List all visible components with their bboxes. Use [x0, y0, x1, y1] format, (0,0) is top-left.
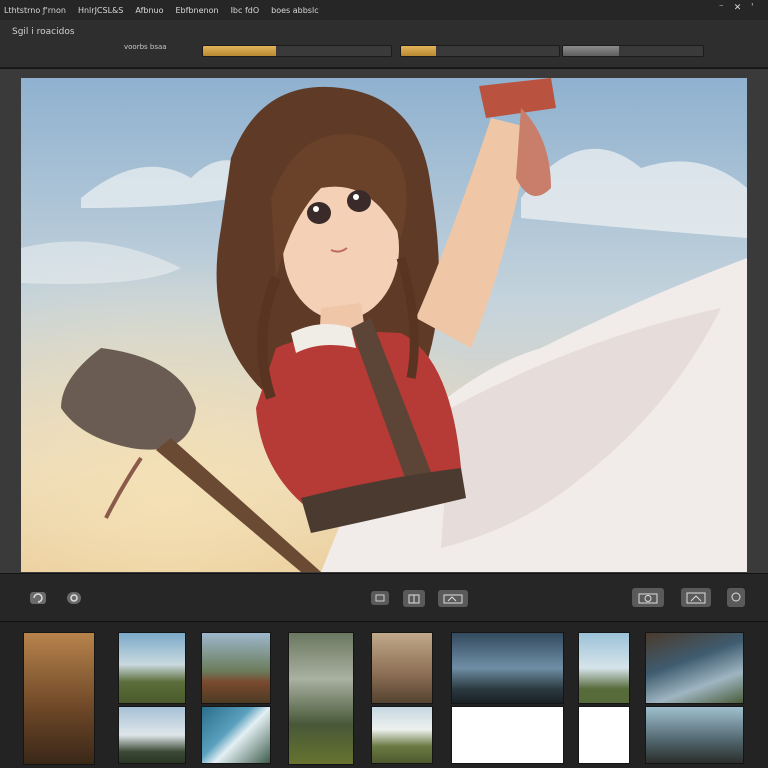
slider-fill-3 — [563, 46, 619, 56]
slider-track-3[interactable] — [562, 45, 704, 57]
menu-item-1[interactable]: Lthtstrno ƒ'rnon — [4, 6, 66, 15]
export-icon[interactable] — [681, 588, 711, 607]
menu-bar: Lthtstrno ƒ'rnon HnlrJCSL&S Afbnuo Ebfbn… — [0, 0, 768, 20]
thumbnail-4[interactable] — [201, 632, 271, 704]
slider-track-1[interactable] — [202, 45, 392, 57]
zoom-icon[interactable] — [727, 588, 745, 607]
compare-icon[interactable] — [438, 590, 468, 607]
thumbnail-2[interactable] — [118, 632, 186, 704]
window-controls: ⁻ ✕ ʾ — [719, 3, 754, 13]
canvas-area — [0, 68, 768, 573]
menu-item-4[interactable]: Ebfbnenon — [176, 6, 219, 15]
slider-fill-1 — [203, 46, 277, 56]
menu-item-3[interactable]: Afbnuo — [135, 6, 163, 15]
camera-icon[interactable] — [632, 588, 664, 607]
restore-icon[interactable]: ʾ — [751, 3, 754, 13]
thumbnail-7[interactable] — [371, 632, 433, 704]
bottom-controls — [0, 573, 768, 621]
document-title: Sgil i roacidos — [12, 27, 75, 37]
thumbnail-1[interactable] — [23, 632, 95, 765]
image-canvas[interactable] — [21, 78, 747, 572]
thumbnail-6[interactable] — [288, 632, 354, 765]
close-icon[interactable]: ✕ — [734, 3, 742, 13]
painting-canvas-icon — [21, 78, 747, 572]
thumbnail-10[interactable] — [451, 706, 564, 764]
menu-item-5[interactable]: Ibc fdO — [231, 6, 260, 15]
thumbnail-3[interactable] — [118, 706, 186, 764]
toolbar: Sgil i roacidos voorbs bsaa — [0, 20, 768, 68]
slider-track-2[interactable] — [400, 45, 560, 57]
thumbnail-12[interactable] — [578, 706, 630, 764]
filmstrip — [0, 621, 768, 768]
minimize-icon[interactable]: ⁻ — [719, 3, 724, 13]
thumbnail-5[interactable] — [201, 706, 271, 764]
slider-label: voorbs bsaa — [124, 43, 167, 51]
settings-icon[interactable] — [67, 592, 81, 604]
thumbnail-11[interactable] — [578, 632, 630, 704]
photo-editor-window: Lthtstrno ƒ'rnon HnlrJCSL&S Afbnuo Ebfbn… — [0, 0, 768, 768]
thumbnail-14[interactable] — [645, 706, 744, 764]
slider-fill-2 — [401, 46, 436, 56]
thumbnail-8[interactable] — [371, 706, 433, 764]
rotate-icon[interactable] — [30, 592, 46, 604]
thumbnail-13[interactable] — [645, 632, 744, 704]
menu-item-2[interactable]: HnlrJCSL&S — [78, 6, 123, 15]
fit-icon[interactable] — [403, 590, 425, 607]
crop-icon[interactable] — [371, 591, 389, 605]
menu-item-6[interactable]: boes abbslc — [271, 6, 318, 15]
thumbnail-9[interactable] — [451, 632, 564, 704]
